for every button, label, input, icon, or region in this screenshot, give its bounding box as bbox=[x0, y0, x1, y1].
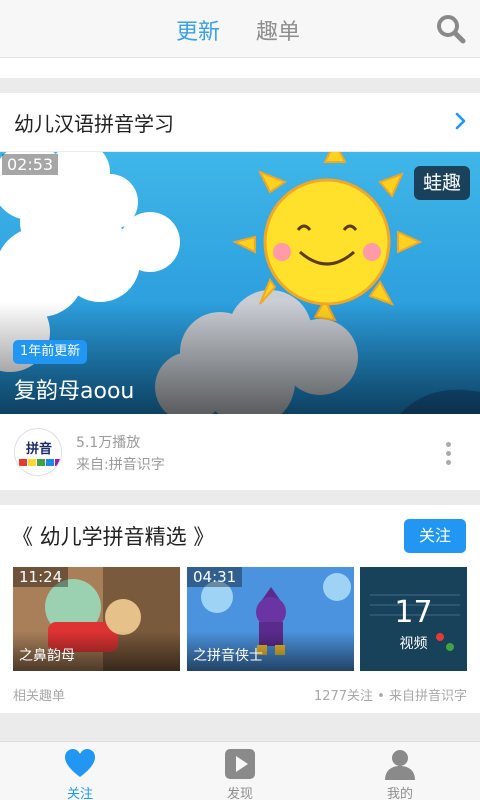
nav-label: 我的 bbox=[386, 787, 413, 800]
nav-discover[interactable]: 发现 bbox=[180, 742, 300, 800]
nav-me[interactable]: 我的 bbox=[340, 742, 460, 800]
user-icon bbox=[385, 750, 415, 780]
avatar[interactable]: 拼音 bbox=[14, 428, 62, 476]
video-title: 复韵母aoou bbox=[14, 379, 135, 404]
more-vertical-icon[interactable] bbox=[446, 442, 452, 466]
search-icon[interactable] bbox=[436, 14, 466, 44]
play-icon bbox=[225, 749, 255, 779]
heart-icon bbox=[65, 749, 95, 777]
series-title: 幼儿汉语拼音学习 bbox=[14, 112, 174, 136]
nav-follow[interactable]: 关注 bbox=[20, 742, 140, 800]
brand-badge: 蛙趣 bbox=[413, 166, 470, 200]
chevron-right-icon[interactable] bbox=[454, 109, 468, 133]
video-duration: 02:53 bbox=[2, 154, 59, 175]
playlist-more-thumb[interactable]: 17 视频 bbox=[360, 567, 467, 671]
tab-updates[interactable]: 更新 bbox=[176, 14, 220, 46]
thumb-duration: 11:24 bbox=[13, 567, 69, 587]
series-header[interactable]: 幼儿汉语拼音学习 bbox=[0, 93, 480, 151]
playlist-title[interactable]: 《 幼儿学拼音精选 》 bbox=[12, 521, 214, 551]
play-count: 5.1万播放 bbox=[76, 435, 141, 451]
thumb-caption: 之鼻韵母 bbox=[19, 648, 75, 664]
previous-card-edge bbox=[0, 58, 480, 78]
playlist-thumb[interactable]: 11:24 之鼻韵母 bbox=[13, 567, 180, 671]
top-bar: 更新 趣单 bbox=[0, 0, 480, 58]
playlist-stats: 1277关注 • 来自拼音识字 bbox=[313, 689, 467, 704]
video-count: 17 bbox=[394, 595, 433, 630]
video-meta-row: 拼音 5.1万播放 来自:拼音识字 bbox=[0, 414, 480, 490]
video-card[interactable]: 02:53 蛙趣 1年前更新 复韵母aoou bbox=[0, 152, 480, 414]
update-badge: 1年前更新 bbox=[13, 340, 88, 364]
thumb-duration: 04:31 bbox=[187, 567, 243, 587]
thumb-caption: 之拼音侠士 bbox=[193, 648, 263, 664]
related-lists-label[interactable]: 相关趣单 bbox=[13, 685, 65, 704]
video-count-label: 视频 bbox=[399, 636, 428, 652]
nav-label: 关注 bbox=[66, 787, 93, 800]
bottom-nav: 关注 发现 我的 bbox=[0, 741, 480, 800]
nav-label: 发现 bbox=[226, 787, 253, 800]
avatar-text: 拼音 bbox=[26, 441, 52, 457]
tab-lists[interactable]: 趣单 bbox=[256, 14, 300, 46]
video-source[interactable]: 来自:拼音识字 bbox=[76, 454, 165, 474]
playlist-thumb[interactable]: 04:31 之拼音侠士 bbox=[187, 567, 354, 671]
follow-button[interactable]: 关注 bbox=[404, 519, 466, 553]
playlist-card: 《 幼儿学拼音精选 》 关注 11:24 之鼻韵母 04:31 之拼音侠士 17… bbox=[0, 505, 480, 713]
